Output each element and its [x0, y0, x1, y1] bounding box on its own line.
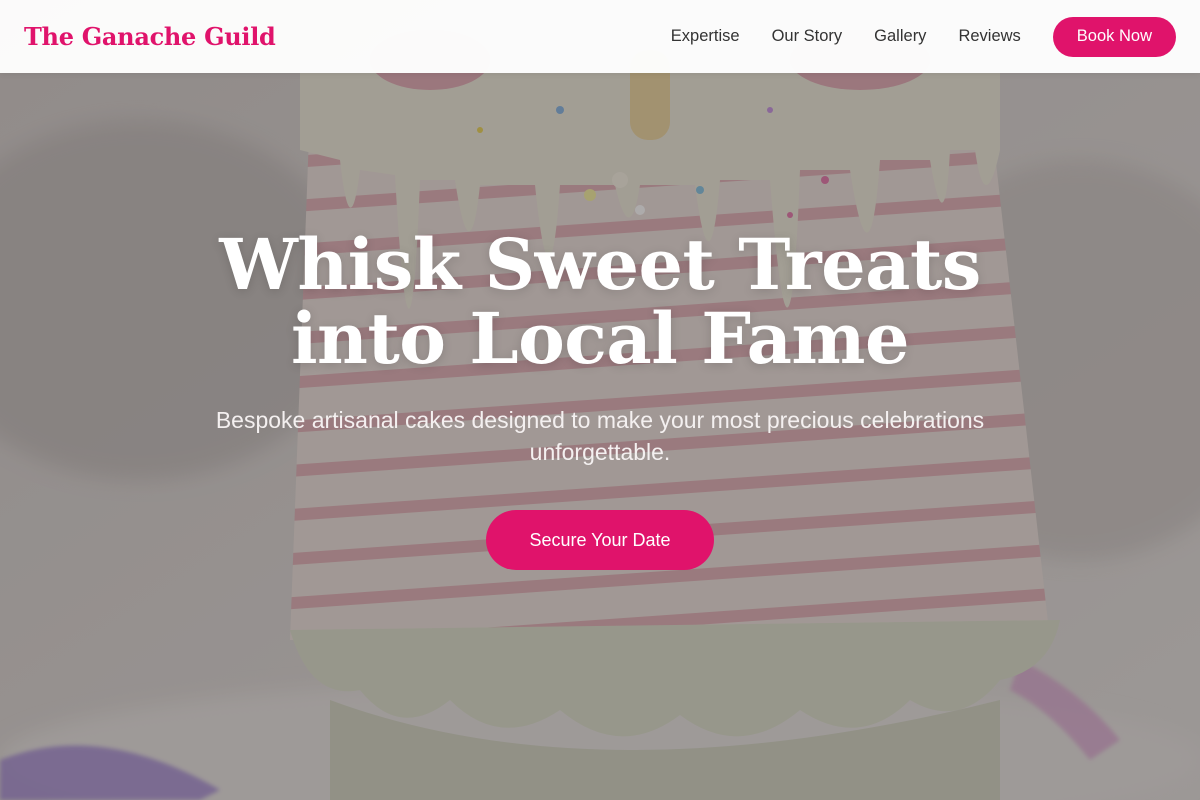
nav-link-reviews[interactable]: Reviews	[958, 27, 1020, 46]
brand-logo[interactable]: The Ganache Guild	[24, 22, 276, 51]
book-now-button[interactable]: Book Now	[1052, 16, 1176, 57]
hero-title: Whisk Sweet Treats into Local Fame	[219, 223, 981, 380]
hero-content: Whisk Sweet Treats into Local Fame Bespo…	[0, 228, 1200, 570]
nav-link-expertise[interactable]: Expertise	[671, 27, 740, 46]
nav-link-gallery[interactable]: Gallery	[874, 27, 926, 46]
secure-date-button[interactable]: Secure Your Date	[486, 510, 714, 570]
nav-link-our-story[interactable]: Our Story	[772, 27, 843, 46]
nav-links: Expertise Our Story Gallery Reviews Book…	[671, 16, 1176, 57]
hero-subtitle: Bespoke artisanal cakes designed to make…	[215, 407, 985, 465]
navbar: The Ganache Guild Expertise Our Story Ga…	[0, 0, 1200, 73]
